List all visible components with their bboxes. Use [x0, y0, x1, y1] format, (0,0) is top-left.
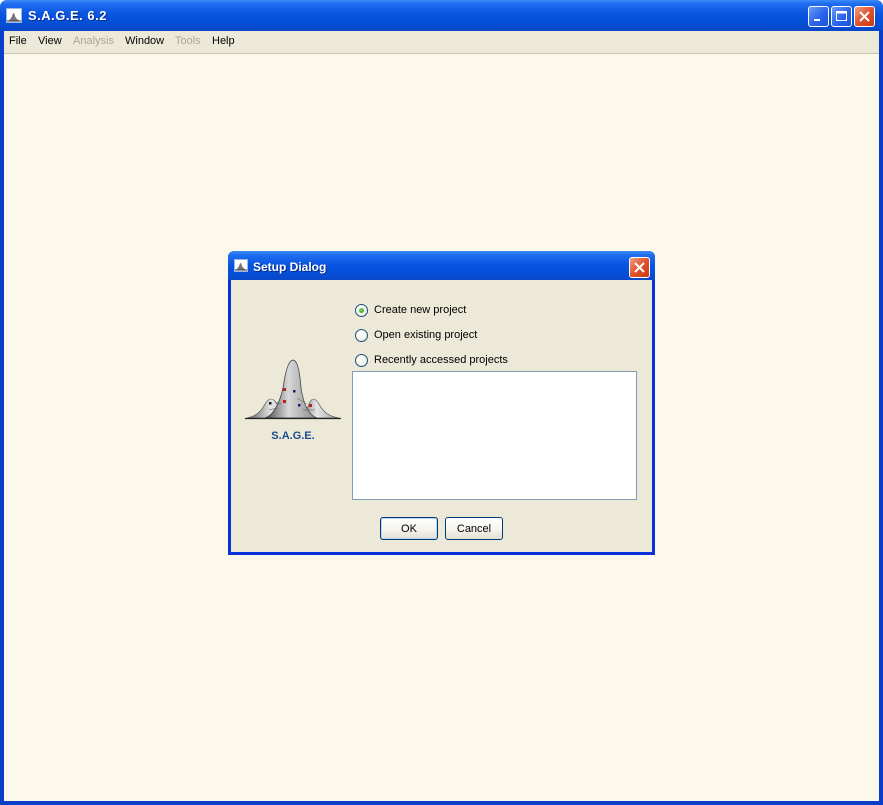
sage-logo-icon [245, 359, 341, 420]
radio-label: Recently accessed projects [374, 354, 508, 366]
setup-dialog: Setup Dialog S.A.G.E. Create new project… [228, 251, 655, 555]
menu-window[interactable]: Window [125, 35, 164, 47]
radio-button[interactable] [355, 328, 368, 342]
dialog-title: Setup Dialog [253, 260, 327, 274]
menu-view[interactable]: View [38, 35, 62, 47]
dialog-app-icon [234, 259, 248, 272]
menu-tools[interactable]: Tools [175, 35, 201, 47]
ok-button[interactable]: OK [380, 517, 438, 540]
close-button[interactable] [854, 6, 875, 27]
minimize-button[interactable] [808, 6, 829, 27]
main-window: S.A.G.E. 6.2 File View Analysis Window T… [0, 0, 883, 805]
radio-recent-projects[interactable]: Recently accessed projects [355, 352, 508, 368]
radio-button[interactable] [355, 353, 368, 367]
dialog-title-bar[interactable]: Setup Dialog [228, 251, 655, 280]
logo-label: S.A.G.E. [271, 430, 315, 442]
radio-button-checked[interactable] [355, 303, 368, 317]
menu-file[interactable]: File [9, 35, 27, 47]
window-title: S.A.G.E. 6.2 [28, 8, 107, 23]
radio-label: Create new project [374, 304, 467, 316]
menu-analysis[interactable]: Analysis [73, 35, 114, 47]
maximize-button[interactable] [831, 6, 852, 27]
dialog-body: S.A.G.E. Create new project Open existin… [231, 280, 652, 552]
title-bar[interactable]: S.A.G.E. 6.2 [0, 0, 883, 31]
app-icon[interactable] [6, 8, 22, 23]
radio-open-existing-project[interactable]: Open existing project [355, 327, 477, 343]
menu-bar: File View Analysis Window Tools Help [4, 31, 879, 54]
radio-label: Open existing project [374, 329, 478, 341]
recent-projects-list[interactable] [352, 371, 637, 500]
dialog-close-button[interactable] [629, 257, 650, 278]
menu-help[interactable]: Help [212, 35, 235, 47]
radio-create-new-project[interactable]: Create new project [355, 302, 466, 318]
cancel-button[interactable]: Cancel [445, 517, 503, 540]
